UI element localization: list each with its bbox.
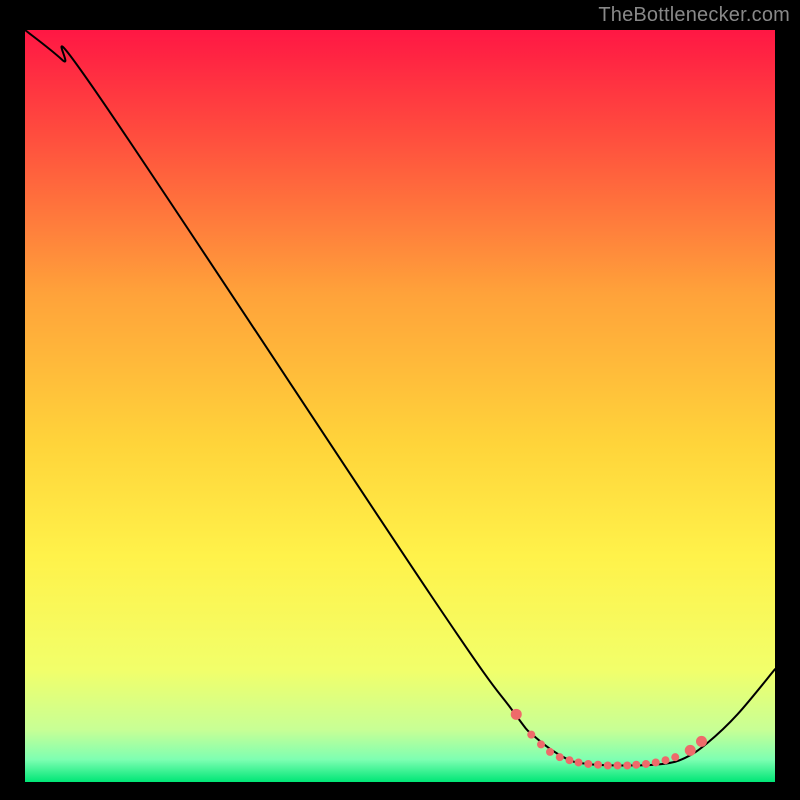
data-marker <box>614 761 622 769</box>
chart-background <box>25 30 775 782</box>
data-marker <box>652 758 660 766</box>
data-marker <box>623 761 631 769</box>
data-marker <box>566 756 574 764</box>
data-marker <box>685 745 696 756</box>
data-marker <box>662 756 670 764</box>
data-marker <box>511 709 522 720</box>
chart-svg <box>25 30 775 782</box>
chart-plot-area <box>25 30 775 782</box>
data-marker <box>584 760 592 768</box>
data-marker <box>537 740 545 748</box>
data-marker <box>671 753 679 761</box>
data-marker <box>696 736 707 747</box>
data-marker <box>642 760 650 768</box>
data-marker <box>575 758 583 766</box>
data-marker <box>604 761 612 769</box>
chart-frame: TheBottlenecker.com <box>0 0 800 800</box>
data-marker <box>556 753 564 761</box>
attribution-label: TheBottlenecker.com <box>598 4 790 27</box>
data-marker <box>546 748 554 756</box>
data-marker <box>632 761 640 769</box>
data-marker <box>527 731 535 739</box>
data-marker <box>594 761 602 769</box>
